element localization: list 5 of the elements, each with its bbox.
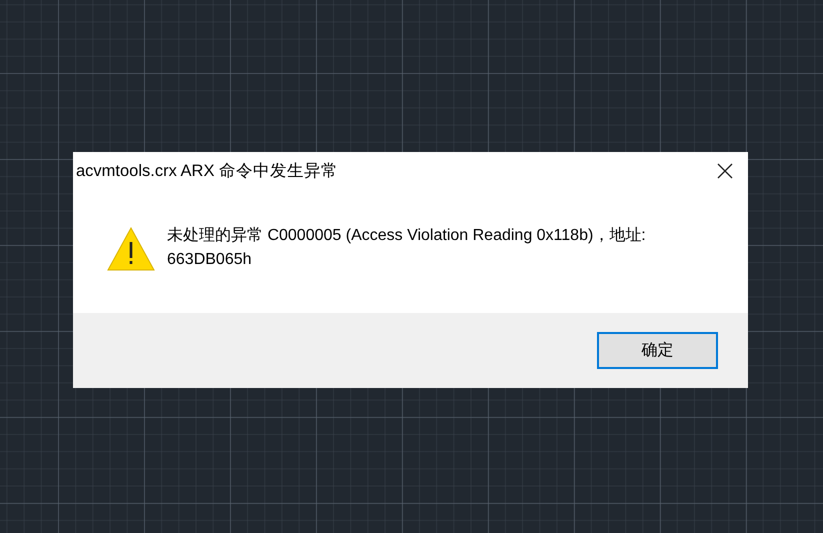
warning-icon (107, 227, 155, 271)
error-message: 未处理的异常 C0000005 (Access Violation Reading 0x118b)，地址: 663DB065h (167, 226, 646, 270)
ok-button[interactable]: 确定 (597, 332, 718, 369)
close-icon (717, 163, 733, 179)
window-title: acvmtools.crx ARX 命令中发生异常 (76, 161, 338, 182)
